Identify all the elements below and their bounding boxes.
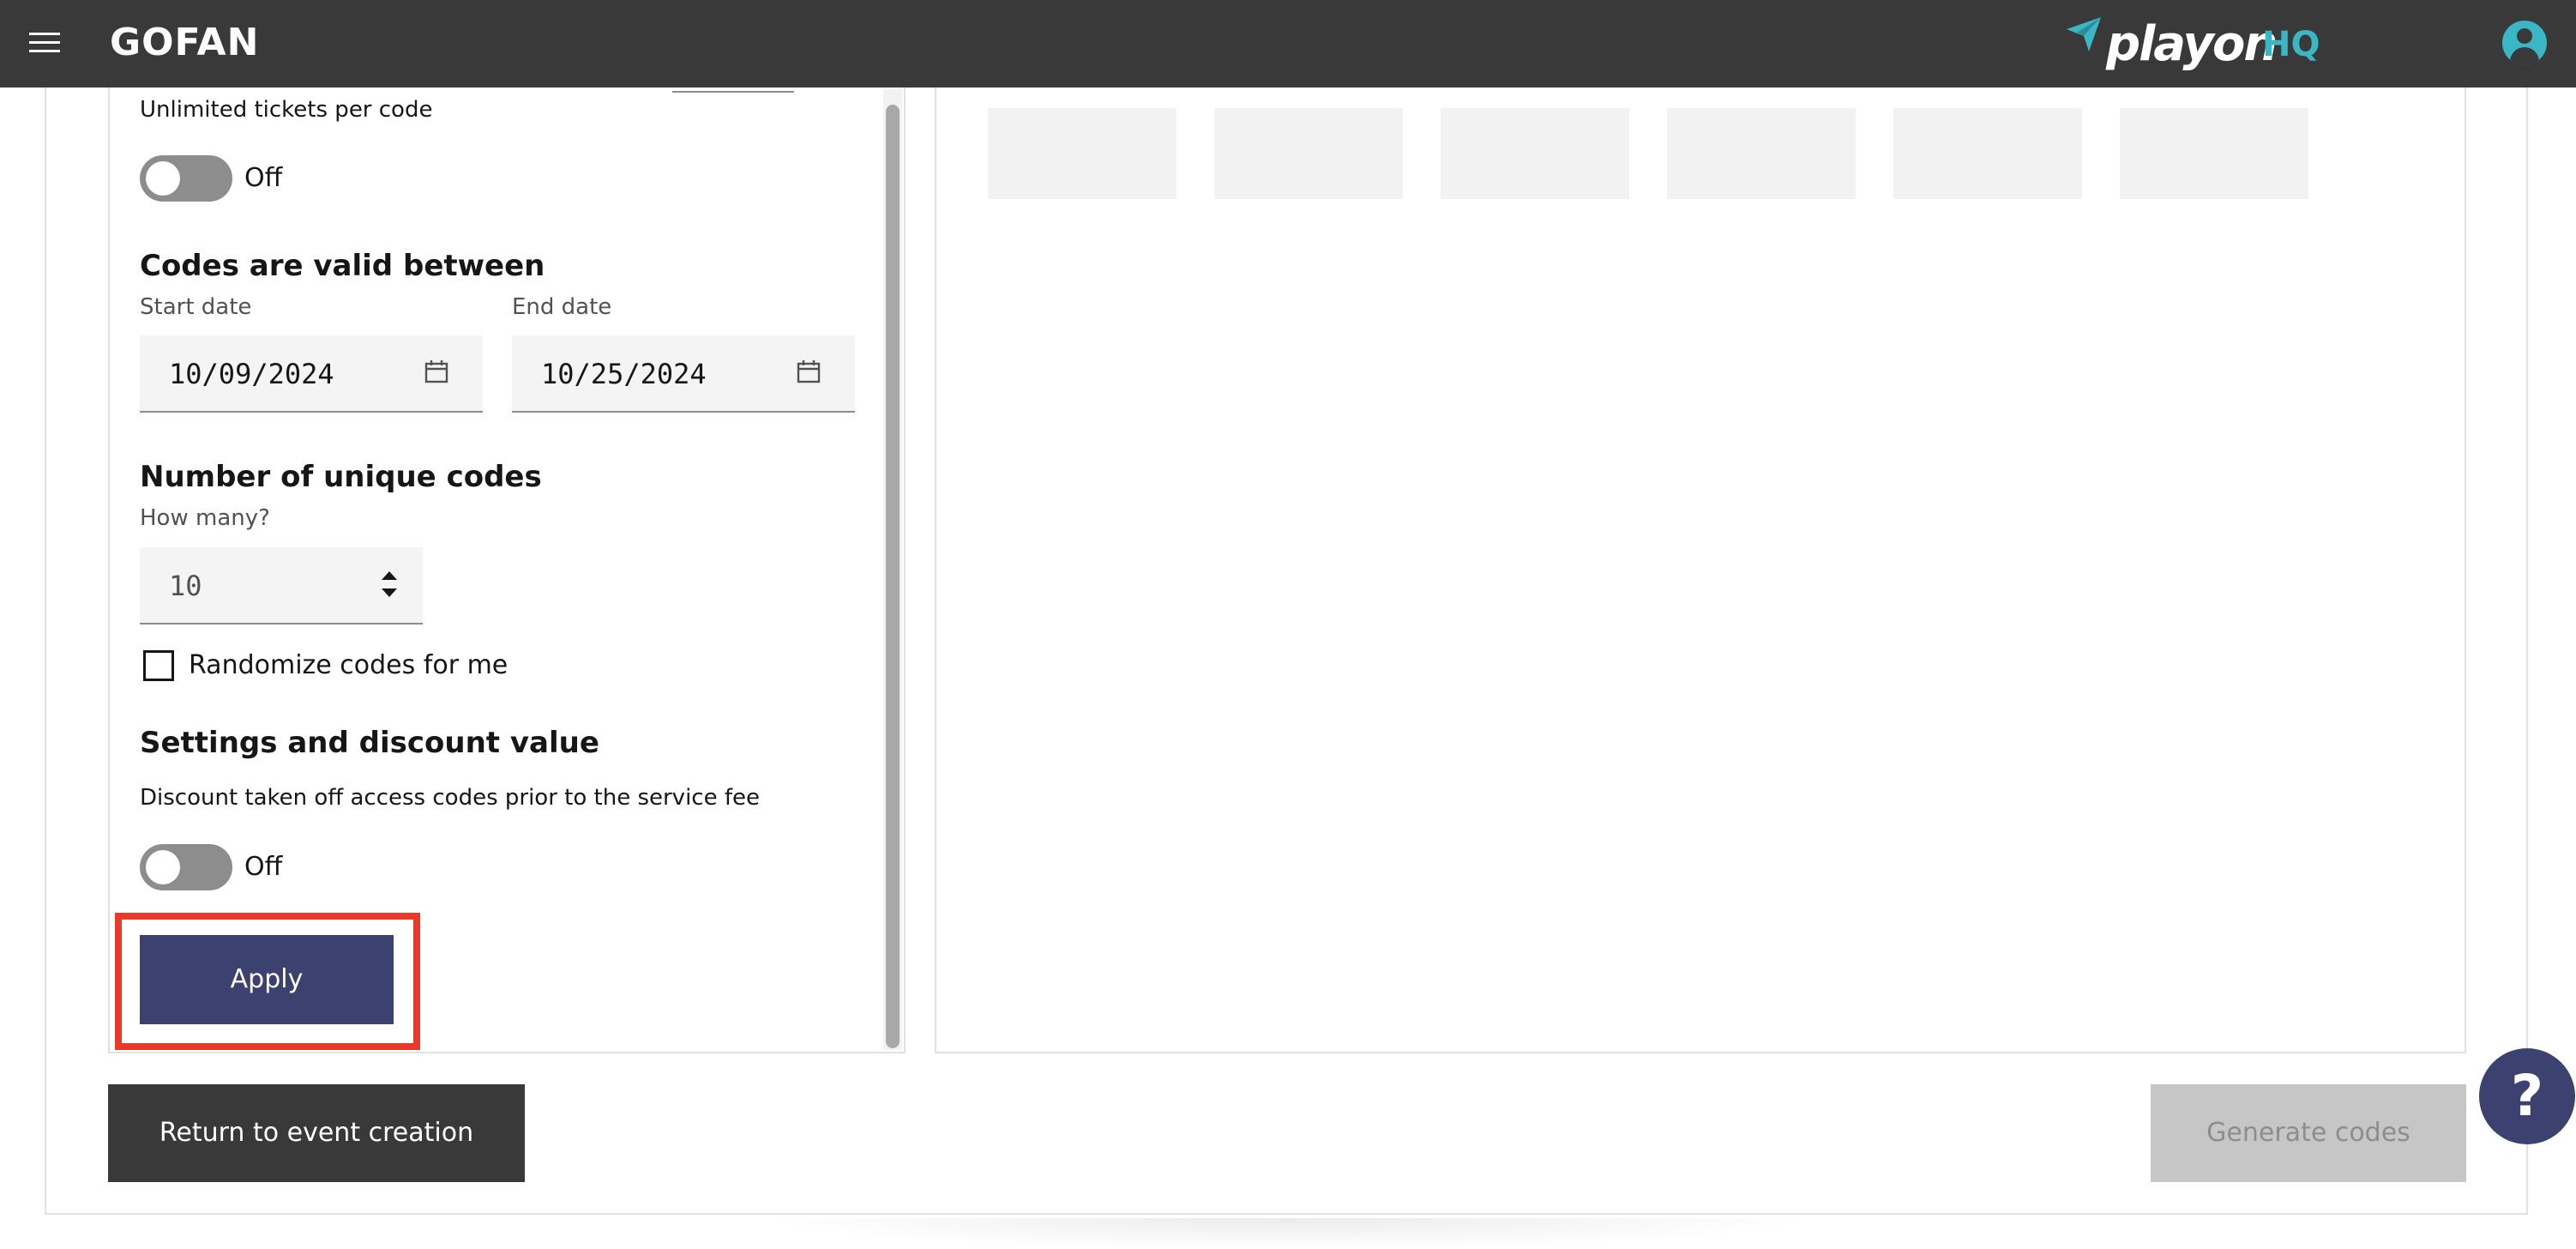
codes-preview-panel bbox=[935, 87, 2466, 1053]
calendar-icon[interactable] bbox=[424, 359, 448, 383]
end-date-input[interactable]: 10/25/2024 bbox=[512, 335, 855, 413]
discount-description: Discount taken off access codes prior to… bbox=[140, 785, 760, 811]
bottom-shadow bbox=[755, 1218, 1818, 1249]
randomize-checkbox[interactable] bbox=[143, 650, 174, 681]
apply-button[interactable]: Apply bbox=[140, 935, 394, 1024]
unique-codes-heading: Number of unique codes bbox=[140, 460, 542, 494]
unlimited-tickets-toggle-state: Off bbox=[244, 163, 283, 193]
how-many-label: How many? bbox=[140, 505, 270, 531]
loading-placeholder bbox=[2120, 108, 2308, 199]
hamburger-menu-icon[interactable] bbox=[29, 31, 60, 55]
loading-placeholder bbox=[1893, 108, 2082, 199]
code-quantity-input[interactable]: 10 bbox=[140, 547, 423, 624]
discount-toggle[interactable] bbox=[140, 844, 232, 890]
loading-placeholder bbox=[1667, 108, 1856, 199]
discount-heading: Settings and discount value bbox=[140, 726, 599, 760]
playon-hq-logo: playon HQ bbox=[2063, 7, 2320, 75]
randomize-label: Randomize codes for me bbox=[189, 650, 509, 680]
field-underline bbox=[672, 91, 794, 93]
loading-placeholder bbox=[988, 108, 1177, 199]
validity-heading: Codes are valid between bbox=[140, 249, 545, 283]
user-account-icon[interactable] bbox=[2502, 21, 2547, 65]
generate-codes-button[interactable]: Generate codes bbox=[2151, 1084, 2466, 1182]
code-quantity-value: 10 bbox=[169, 570, 202, 602]
decrement-arrow-icon[interactable] bbox=[382, 588, 397, 597]
return-to-event-creation-button[interactable]: Return to event creation bbox=[108, 1084, 525, 1182]
playon-hq-suffix: HQ bbox=[2262, 25, 2320, 64]
loading-placeholder bbox=[1441, 108, 1629, 199]
increment-arrow-icon[interactable] bbox=[382, 571, 397, 580]
panel-scrollbar-thumb[interactable] bbox=[886, 105, 900, 1048]
help-question-icon[interactable]: ? bbox=[2479, 1048, 2575, 1144]
paper-plane-icon bbox=[2067, 17, 2101, 51]
start-date-input[interactable]: 10/09/2024 bbox=[140, 335, 483, 413]
discount-toggle-state: Off bbox=[244, 852, 283, 882]
end-date-value: 10/25/2024 bbox=[541, 358, 707, 390]
top-navigation-bar: GOFAN playon HQ bbox=[0, 0, 2576, 87]
start-date-label: Start date bbox=[140, 294, 252, 320]
end-date-label: End date bbox=[512, 294, 612, 320]
unlimited-tickets-toggle[interactable] bbox=[140, 155, 232, 202]
brand-logo: GOFAN bbox=[110, 21, 260, 64]
playon-wordmark: playon bbox=[2106, 16, 2278, 72]
calendar-icon[interactable] bbox=[797, 359, 821, 383]
loading-placeholder bbox=[1214, 108, 1403, 199]
start-date-value: 10/09/2024 bbox=[169, 358, 334, 390]
unlimited-tickets-label: Unlimited tickets per code bbox=[140, 97, 433, 123]
